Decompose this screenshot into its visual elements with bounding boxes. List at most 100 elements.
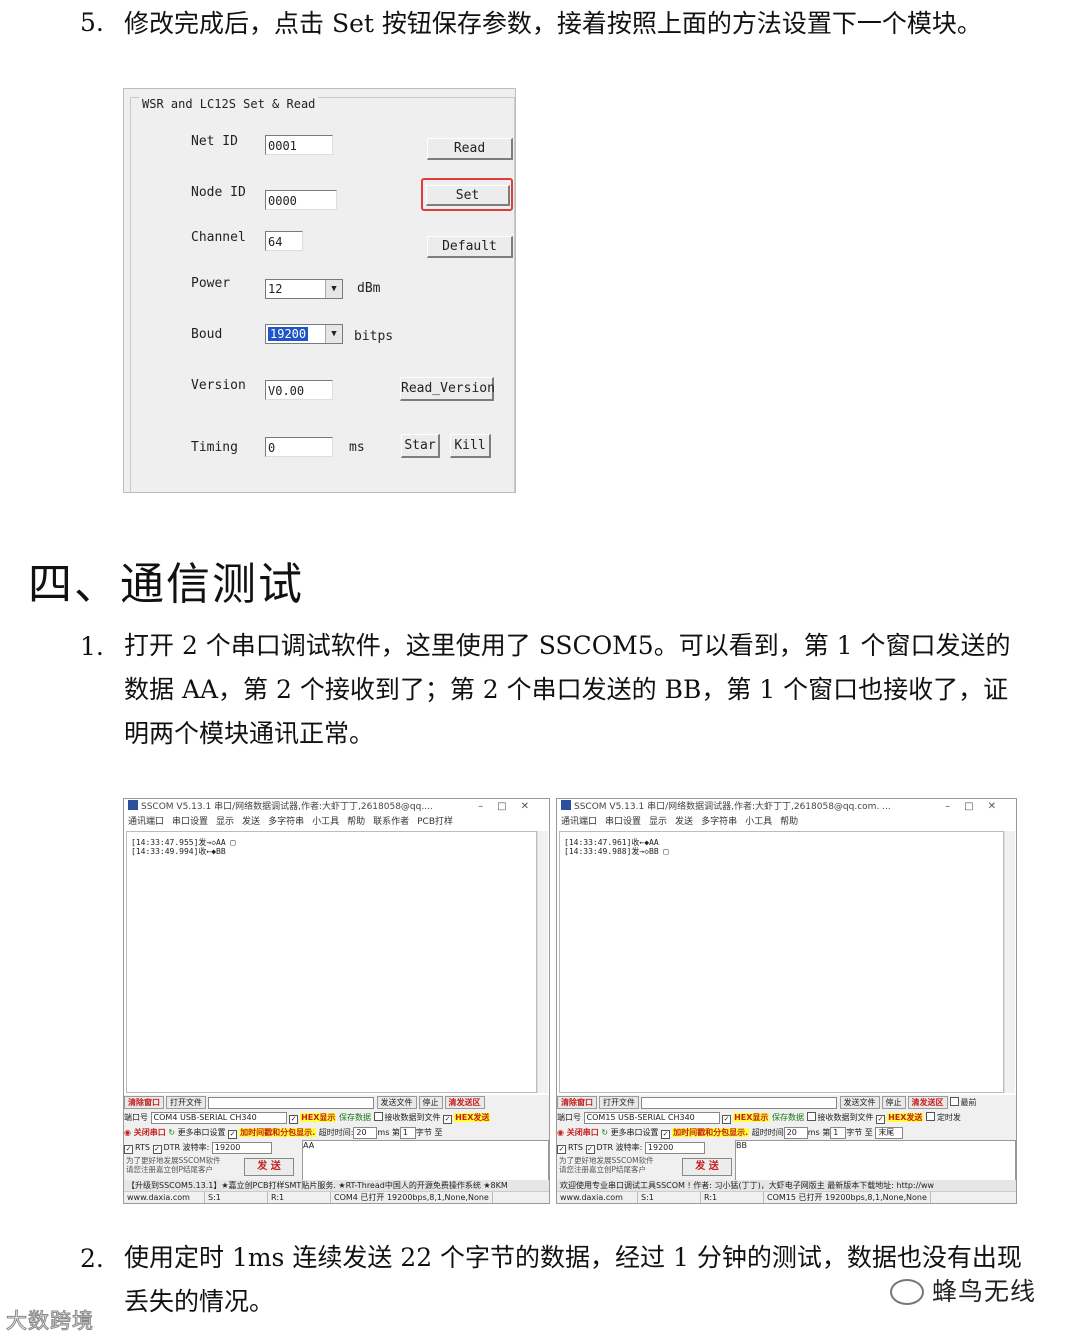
refresh-icon[interactable]: ↻ [601,1128,608,1137]
timed-send-checkbox[interactable] [925,1112,935,1121]
recv-to-file-label: 接收数据到文件 [384,1113,441,1122]
hex-send-label: HEX发送 [887,1113,924,1122]
more-settings-button[interactable]: 更多串口设置 [178,1128,226,1137]
scrollbar[interactable] [1004,831,1015,1093]
menu-item[interactable]: 显示 [216,817,234,827]
timeout-input[interactable]: 20 [783,1126,808,1139]
nth-input[interactable]: 1 [399,1126,416,1139]
scrollbar[interactable] [537,831,548,1093]
to-label: 至 [864,1128,873,1137]
recv-to-file-checkbox[interactable] [373,1112,383,1121]
stop-button[interactable]: 停止 [881,1096,906,1109]
hex-send-checkbox[interactable]: ✓ [876,1115,886,1124]
open-file-button[interactable]: 打开文件 [166,1096,206,1109]
hex-display-checkbox[interactable]: ✓ [722,1115,732,1124]
hex-send-checkbox[interactable]: ✓ [443,1115,453,1124]
dtr-checkbox[interactable]: ✓ [152,1145,162,1154]
power-select[interactable]: 12 ▼ [265,279,343,299]
rts-label: RTS [135,1143,150,1152]
read-version-button[interactable]: Read_Version [400,377,495,401]
node-id-input[interactable]: 0000 [265,190,337,210]
top-most-checkbox[interactable] [949,1097,959,1106]
dtr-checkbox[interactable]: ✓ [585,1145,595,1154]
read-button[interactable]: Read [427,138,513,160]
clear-window-button[interactable]: 清除窗口 [557,1096,597,1109]
send-file-button[interactable]: 发送文件 [376,1096,417,1109]
kill-button[interactable]: Kill [450,434,491,458]
nth-input[interactable]: 1 [830,1126,847,1139]
menu-item[interactable]: 串口设置 [172,817,208,827]
save-data-button[interactable]: 保存数据 [339,1113,371,1122]
file-path-input[interactable] [208,1096,374,1109]
refresh-icon[interactable]: ↻ [168,1128,175,1137]
open-file-button[interactable]: 打开文件 [599,1096,639,1109]
watermark-left-text: 大数跨境 [6,1309,94,1334]
menu-item[interactable]: 小工具 [312,817,339,827]
menu-item[interactable]: 多字符串 [268,817,304,827]
menu-item[interactable]: 通讯端口 [561,817,597,827]
timestamp-checkbox[interactable]: ✓ [228,1130,238,1139]
timing-input[interactable]: 0 [265,437,333,457]
close-port-button[interactable]: ◉ 关闭串口 [124,1128,166,1137]
menu-item[interactable]: 帮助 [347,817,365,827]
port-select[interactable]: COM4 USB-SERIAL CH340 [150,1111,287,1124]
menu-item[interactable]: PCB打样 [417,817,453,827]
promo-bar[interactable]: 欢迎使用专业串口调试工具SSCOM ! 作者: 习小猛(丁丁)，大虾电子网版主 … [557,1180,1016,1191]
hex-display-checkbox[interactable]: ✓ [289,1115,299,1124]
send-text-area[interactable]: BB [735,1140,1016,1182]
menu-item[interactable]: 小工具 [745,817,772,827]
net-id-input[interactable]: 0001 [265,135,333,155]
port-select[interactable]: COM15 USB-SERIAL CH340 [583,1111,720,1124]
close-port-button[interactable]: ◉ 关闭串口 [557,1128,599,1137]
channel-input[interactable]: 64 [265,231,303,251]
timeout-input[interactable]: 20 [353,1126,378,1139]
menu-item[interactable]: 发送 [242,817,260,827]
baud-select[interactable]: 19200 [211,1141,272,1154]
timestamp-label: 加时间戳和分包显示. [239,1128,317,1137]
clear-send-button[interactable]: 清发送区 [907,1096,948,1109]
timestamp-checkbox[interactable]: ✓ [661,1130,671,1139]
promo-bar[interactable]: 【升级到SSCOM5.13.1】★嘉立创PCB打样SMT贴片服务. ★RT-Th… [124,1180,549,1191]
menu-item[interactable]: 帮助 [780,817,798,827]
clear-window-button[interactable]: 清除窗口 [124,1096,164,1109]
receive-area[interactable]: [14:33:47.961]收←◆AA [14:33:49.988]发→◇BB □ [559,831,1004,1093]
status-bar: www.daxia.com S:1 R:1 COM15 已打开 19200bps,8,… [557,1191,1016,1203]
menu-item[interactable]: 多字符串 [701,817,737,827]
clear-send-button[interactable]: 清发送区 [444,1096,485,1109]
menu-item[interactable]: 通讯端口 [128,817,164,827]
hint-line: 请您注册嘉立创P结尾客户 [559,1165,647,1174]
receive-area[interactable]: [14:33:47.955]发→◇AA □ [14:33:49.994]收←◆BB [126,831,537,1093]
control-panel: 清除窗口 打开文件 发送文件 停止 清发送区 最前 端口号 COM15 USB-SERI… [557,1095,1016,1203]
more-settings-button[interactable]: 更多串口设置 [611,1128,659,1137]
register-hint: 为了更好地发展SSCOM软件 请您注册嘉立创P结尾客户 [559,1156,654,1174]
send-text-area[interactable]: AA [302,1140,549,1182]
rts-checkbox[interactable]: ✓ [557,1145,566,1154]
menu-item[interactable]: 显示 [649,817,667,827]
menu-item[interactable]: 联系作者 [373,817,409,827]
sscom-window-left: SSCOM V5.13.1 串口/网络数据调试器,作者:大虾丁丁,2618058… [123,798,550,1204]
star-button[interactable]: Star [401,434,440,458]
send-button[interactable]: 发 送 [682,1158,732,1176]
stop-button[interactable]: 停止 [418,1096,443,1109]
recv-to-file-checkbox[interactable] [806,1112,816,1121]
para1-line1: 打开 2 个串口调试软件，这里使用了 SSCOM5。可以看到，第 1 个窗口发送… [124,631,1011,660]
menu-item[interactable]: 串口设置 [605,817,641,827]
default-button[interactable]: Default [427,236,513,258]
window-controls[interactable]: –□✕ [945,799,1010,815]
send-button[interactable]: 发 送 [244,1158,294,1176]
end-select[interactable]: 末尾 [875,1126,904,1139]
boud-select[interactable]: 19200 ▼ [265,324,343,344]
chevron-down-icon[interactable]: ▼ [325,280,342,298]
baud-select[interactable]: 19200 [644,1141,705,1154]
status-site[interactable]: www.daxia.com [557,1192,638,1203]
send-file-button[interactable]: 发送文件 [839,1096,880,1109]
chevron-down-icon[interactable]: ▼ [325,325,342,343]
node-id-label: Node ID [191,185,246,200]
version-input[interactable]: V0.00 [265,380,333,400]
window-controls[interactable]: –□✕ [478,799,543,815]
rts-checkbox[interactable]: ✓ [124,1145,133,1154]
status-site[interactable]: www.daxia.com [124,1192,205,1203]
file-path-input[interactable] [641,1096,837,1109]
menu-item[interactable]: 发送 [675,817,693,827]
save-data-button[interactable]: 保存数据 [772,1113,804,1122]
